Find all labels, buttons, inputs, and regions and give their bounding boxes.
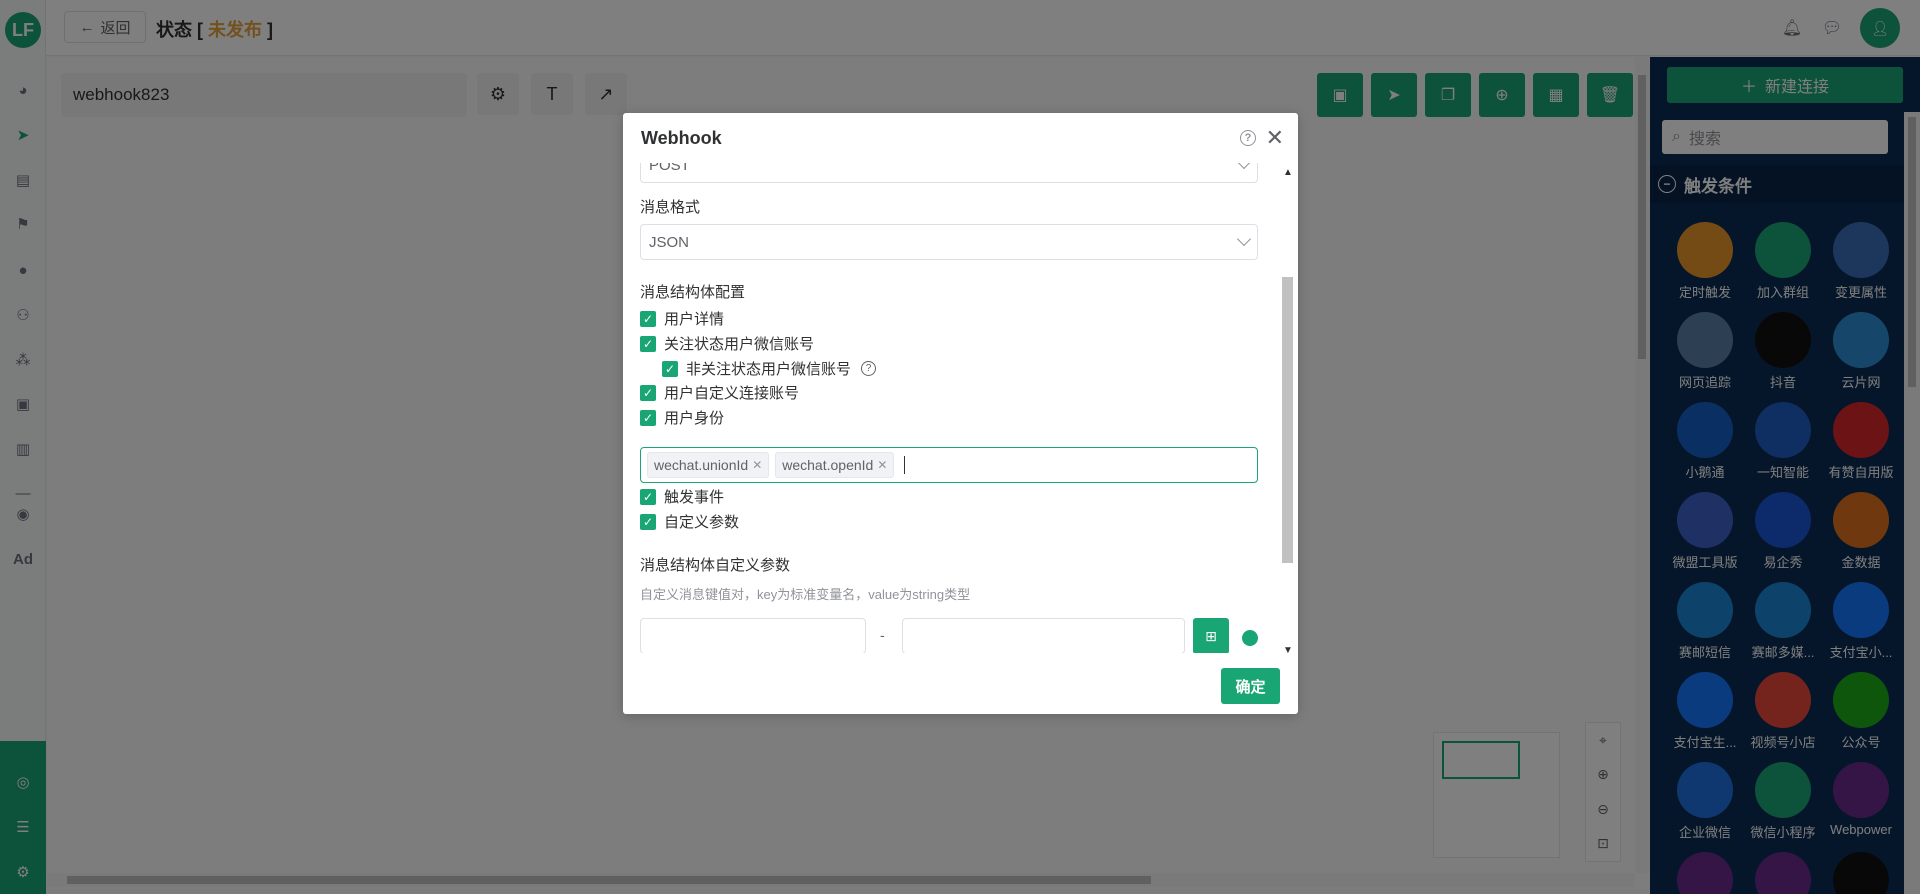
insert-variable-button[interactable]: ⊞ — [1193, 618, 1229, 653]
checkbox-user-detail[interactable]: ✓ 用户详情 — [640, 308, 724, 329]
tag: wechat.openId ✕ — [775, 452, 895, 478]
kv-separator: - — [880, 627, 885, 643]
checkbox-label: 触发事件 — [664, 489, 725, 506]
tag-label: wechat.unionId — [654, 457, 749, 473]
chevron-down-icon — [1236, 163, 1252, 170]
dialog-body: POST 消息格式 JSON 消息结构体配置 ✓ 用户详情 ✓ 关注状态用户微信… — [623, 163, 1298, 653]
checkbox-label: 自定义参数 — [664, 514, 740, 531]
close-icon[interactable]: ✕ — [752, 458, 762, 472]
tag: wechat.unionId ✕ — [647, 452, 770, 478]
checkbox-checked-icon[interactable]: ✓ — [640, 335, 656, 352]
webhook-dialog: Webhook ? ✕ POST 消息格式 JSON 消息结构体配置 ✓ 用户详… — [623, 113, 1298, 714]
add-param-icon[interactable] — [1242, 630, 1258, 646]
dialog-title: Webhook — [641, 127, 722, 148]
format-label: 消息格式 — [640, 199, 701, 216]
confirm-button[interactable]: 确定 — [1221, 668, 1280, 704]
dialog-header: Webhook ? ✕ — [623, 113, 1298, 163]
method-select[interactable]: POST — [640, 163, 1258, 183]
checkbox-checked-icon[interactable]: ✓ — [640, 409, 656, 426]
checkbox-checked-icon[interactable]: ✓ — [640, 384, 656, 401]
checkbox-checked-icon[interactable]: ✓ — [640, 488, 656, 505]
identity-tag-input[interactable]: wechat.unionId ✕ wechat.openId ✕ — [640, 447, 1258, 483]
struct-config-label: 消息结构体配置 — [640, 284, 746, 301]
checkbox-label: 非关注状态用户微信账号 — [686, 361, 852, 378]
text-caret — [904, 456, 906, 474]
checkbox-custom-params[interactable]: ✓ 自定义参数 — [640, 511, 739, 532]
chevron-down-icon — [1236, 231, 1252, 247]
checkbox-custom-account[interactable]: ✓ 用户自定义连接账号 — [640, 382, 799, 403]
checkbox-label: 用户详情 — [664, 311, 725, 328]
param-key-input[interactable] — [640, 618, 866, 653]
method-value: POST — [649, 163, 690, 174]
tag-label: wechat.openId — [782, 457, 874, 473]
custom-params-hint: 自定义消息键值对，key为标准变量名，value为string类型 — [640, 587, 971, 602]
scroll-up-icon[interactable]: ▲ — [1283, 167, 1293, 178]
checkbox-label: 用户自定义连接账号 — [664, 385, 800, 402]
checkbox-checked-icon[interactable]: ✓ — [640, 513, 656, 530]
checkbox-unfollow-wechat[interactable]: ✓ 非关注状态用户微信账号 ? — [662, 358, 877, 379]
custom-params-label: 消息结构体自定义参数 — [640, 557, 791, 574]
checkbox-checked-icon[interactable]: ✓ — [640, 310, 656, 327]
format-value: JSON — [649, 233, 690, 251]
question-icon[interactable]: ? — [861, 361, 877, 376]
param-value-input[interactable] — [902, 618, 1185, 653]
scroll-down-icon[interactable]: ▼ — [1283, 645, 1293, 656]
help-icon[interactable]: ? — [1240, 130, 1256, 146]
format-select[interactable]: JSON — [640, 224, 1258, 260]
checkbox-user-identity[interactable]: ✓ 用户身份 — [640, 407, 724, 428]
checkbox-trigger-event[interactable]: ✓ 触发事件 — [640, 486, 724, 507]
checkbox-label: 关注状态用户微信账号 — [664, 336, 815, 353]
close-icon[interactable]: ✕ — [1266, 125, 1284, 151]
checkbox-checked-icon[interactable]: ✓ — [662, 360, 678, 377]
scroll-thumb[interactable] — [1282, 277, 1293, 563]
close-icon[interactable]: ✕ — [877, 458, 887, 472]
checkbox-follow-wechat[interactable]: ✓ 关注状态用户微信账号 — [640, 333, 814, 354]
dialog-scrollbar[interactable]: ▲ ▼ — [1278, 167, 1298, 661]
checkbox-label: 用户身份 — [664, 410, 725, 427]
